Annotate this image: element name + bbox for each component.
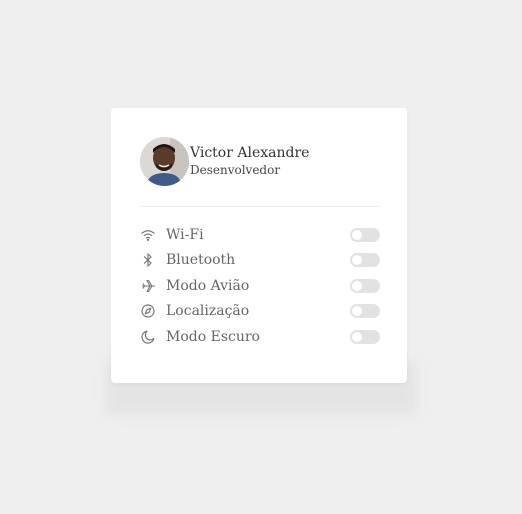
wifi-icon xyxy=(140,227,156,243)
user-name: Victor Alexandre xyxy=(190,144,310,161)
toggle-knob xyxy=(352,255,362,266)
settings-list: Wi-Fi Bluetooth Modo Avião Localização M… xyxy=(140,222,380,350)
setting-dark-mode: Modo Escuro xyxy=(140,324,380,350)
toggle-knob xyxy=(352,331,362,342)
setting-label-wifi: Wi-Fi xyxy=(166,226,204,243)
airplane-icon xyxy=(140,278,156,294)
setting-label-location: Localização xyxy=(166,303,250,320)
setting-airplane-mode: Modo Avião xyxy=(140,273,380,299)
setting-label-airplane-mode: Modo Avião xyxy=(166,277,250,294)
toggle-knob xyxy=(352,229,362,240)
user-role: Desenvolvedor xyxy=(190,162,281,177)
setting-label-bluetooth: Bluetooth xyxy=(166,252,236,269)
setting-location: Localização xyxy=(140,299,380,325)
wifi-toggle[interactable] xyxy=(350,227,380,242)
bluetooth-toggle[interactable] xyxy=(350,253,380,268)
dark-mode-toggle[interactable] xyxy=(350,329,380,344)
bluetooth-icon xyxy=(140,252,156,268)
avatar xyxy=(140,137,189,186)
location-toggle[interactable] xyxy=(350,304,380,319)
setting-bluetooth: Bluetooth xyxy=(140,248,380,274)
user-profile: Victor Alexandre Desenvolvedor xyxy=(140,137,309,186)
toggle-knob xyxy=(352,280,362,291)
compass-icon xyxy=(140,303,156,319)
airplane-mode-toggle[interactable] xyxy=(350,278,380,293)
moon-icon xyxy=(140,329,156,345)
settings-card: Victor Alexandre Desenvolvedor Wi-Fi Blu… xyxy=(111,108,407,383)
setting-label-dark-mode: Modo Escuro xyxy=(166,328,260,345)
divider xyxy=(141,206,379,207)
toggle-knob xyxy=(352,306,362,317)
setting-wifi: Wi-Fi xyxy=(140,222,380,248)
